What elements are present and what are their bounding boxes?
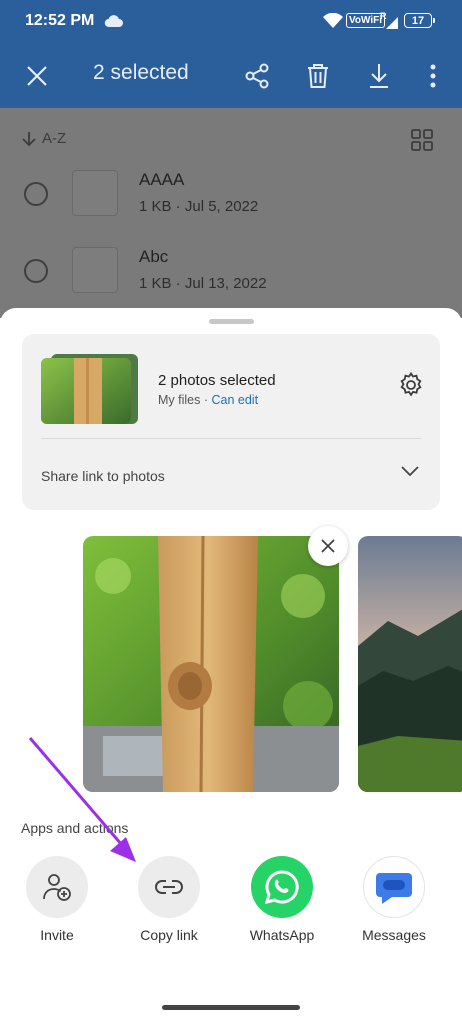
share-headline: 2 photos selected bbox=[158, 372, 276, 389]
delete-icon[interactable] bbox=[302, 60, 334, 92]
file-meta: 1 KB · Jul 13, 2022 bbox=[139, 275, 267, 292]
drag-handle[interactable] bbox=[209, 319, 254, 324]
permission-link[interactable]: Can edit bbox=[211, 393, 258, 407]
app-label: Messages bbox=[362, 927, 426, 943]
chevron-down-icon[interactable] bbox=[400, 464, 420, 482]
close-icon bbox=[321, 539, 335, 553]
share-summary-card: 2 photos selected My files · Can edit Sh… bbox=[22, 334, 440, 510]
app-label: WhatsApp bbox=[249, 927, 315, 943]
file-name: AAAA bbox=[139, 170, 185, 189]
signal-icon: R bbox=[380, 11, 400, 36]
download-icon[interactable] bbox=[363, 60, 395, 92]
status-time: 12:52 PM bbox=[25, 12, 95, 29]
list-item[interactable]: AAAA 1 KB · Jul 5, 2022 bbox=[0, 170, 462, 240]
more-options-icon[interactable] bbox=[417, 60, 449, 92]
messages-icon bbox=[363, 856, 425, 918]
apps-section-label: Apps and actions bbox=[21, 820, 129, 836]
file-icon bbox=[72, 247, 118, 293]
arrow-down-icon bbox=[22, 131, 36, 146]
file-name: Abc bbox=[139, 247, 169, 266]
photos-thumbnail bbox=[41, 354, 138, 424]
app-label: Copy link bbox=[140, 927, 198, 943]
share-icon[interactable] bbox=[241, 60, 273, 92]
file-icon bbox=[72, 170, 118, 216]
gesture-nav-bar bbox=[162, 1005, 300, 1010]
copy-link-button[interactable]: Copy link bbox=[119, 856, 219, 943]
photo-preview-wood[interactable] bbox=[83, 536, 339, 792]
sort-label: A-Z bbox=[42, 130, 67, 147]
close-preview-button[interactable] bbox=[308, 526, 348, 566]
select-radio[interactable] bbox=[24, 259, 48, 283]
wifi-icon bbox=[323, 12, 343, 34]
close-selection-icon[interactable] bbox=[21, 60, 53, 92]
link-icon bbox=[138, 856, 200, 918]
messages-button[interactable]: Messages bbox=[344, 856, 444, 943]
roaming-label: R bbox=[380, 11, 387, 21]
file-meta: 1 KB · Jul 5, 2022 bbox=[139, 198, 259, 215]
grid-view-icon[interactable] bbox=[410, 128, 434, 157]
share-subtitle: My files · Can edit bbox=[158, 393, 258, 407]
share-option-label[interactable]: Share link to photos bbox=[41, 468, 165, 484]
cloud-icon bbox=[104, 14, 124, 33]
select-radio[interactable] bbox=[24, 182, 48, 206]
file-list: A-Z AAAA 1 KB · Jul 5, 2022 Abc 1 KB · J… bbox=[0, 108, 462, 318]
gear-icon[interactable] bbox=[398, 371, 424, 403]
battery-indicator: 17 bbox=[404, 13, 435, 28]
location-text: My files · bbox=[158, 393, 212, 407]
invite-button[interactable]: Invite bbox=[7, 856, 107, 943]
status-bar: 12:52 PM VoWiFi R 17 bbox=[0, 0, 462, 44]
photo-preview-mountains[interactable] bbox=[358, 536, 462, 792]
app-bar: 2 selected bbox=[0, 44, 462, 108]
invite-icon bbox=[26, 856, 88, 918]
whatsapp-icon bbox=[251, 856, 313, 918]
selection-title: 2 selected bbox=[93, 61, 189, 84]
list-item[interactable]: Abc 1 KB · Jul 13, 2022 bbox=[0, 247, 462, 317]
app-label: Invite bbox=[40, 927, 74, 943]
sort-control[interactable]: A-Z bbox=[22, 130, 66, 147]
card-divider bbox=[41, 438, 421, 439]
share-sheet: 2 photos selected My files · Can edit Sh… bbox=[0, 308, 462, 1024]
whatsapp-button[interactable]: WhatsApp bbox=[232, 856, 332, 943]
